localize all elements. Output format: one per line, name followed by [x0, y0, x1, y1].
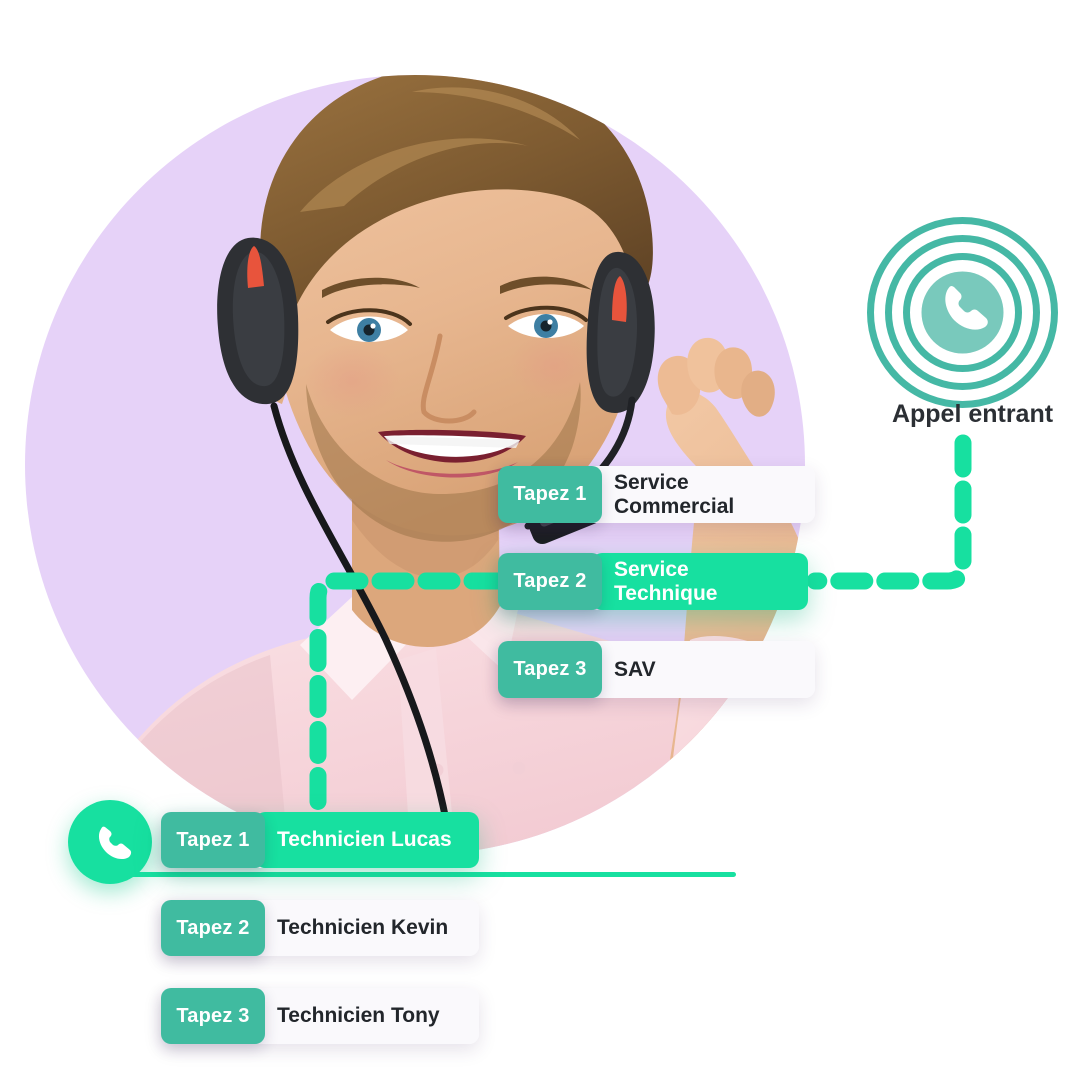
menu-item-label: Technicien Tony [255, 988, 479, 1044]
menu-key-badge: Tapez 3 [498, 641, 602, 698]
menu-item-service-technique[interactable]: Tapez 2 Service Technique [498, 553, 808, 610]
incoming-call-label: Appel entrant [891, 400, 1054, 428]
menu-key-badge: Tapez 2 [498, 553, 602, 610]
menu-item-label: Service Technique [592, 553, 808, 610]
menu-item-sav[interactable]: Tapez 3 SAV [498, 641, 815, 698]
menu-item-technicien-kevin[interactable]: Tapez 2 Technicien Kevin [161, 900, 479, 956]
menu-key-badge: Tapez 1 [161, 812, 265, 868]
phone-rings-icon [867, 217, 1058, 408]
incoming-call-badge [865, 215, 1060, 410]
menu-item-label: Technicien Kevin [255, 900, 479, 956]
menu-key-badge: Tapez 1 [498, 466, 602, 523]
menu-item-label: Service Commercial [592, 466, 815, 523]
menu-item-label: Technicien Lucas [255, 812, 479, 868]
menu-key-badge: Tapez 2 [161, 900, 265, 956]
menu-key-badge: Tapez 3 [161, 988, 265, 1044]
menu-item-technicien-lucas[interactable]: Tapez 1 Technicien Lucas [161, 812, 479, 868]
menu-item-service-commercial[interactable]: Tapez 1 Service Commercial [498, 466, 815, 523]
menu-item-label: SAV [592, 641, 815, 698]
illustration-stage: Appel entrant Tapez 1 Service Commercial… [0, 0, 1080, 1080]
menu-item-technicien-tony[interactable]: Tapez 3 Technicien Tony [161, 988, 479, 1044]
lucas-row-underline [86, 872, 736, 877]
